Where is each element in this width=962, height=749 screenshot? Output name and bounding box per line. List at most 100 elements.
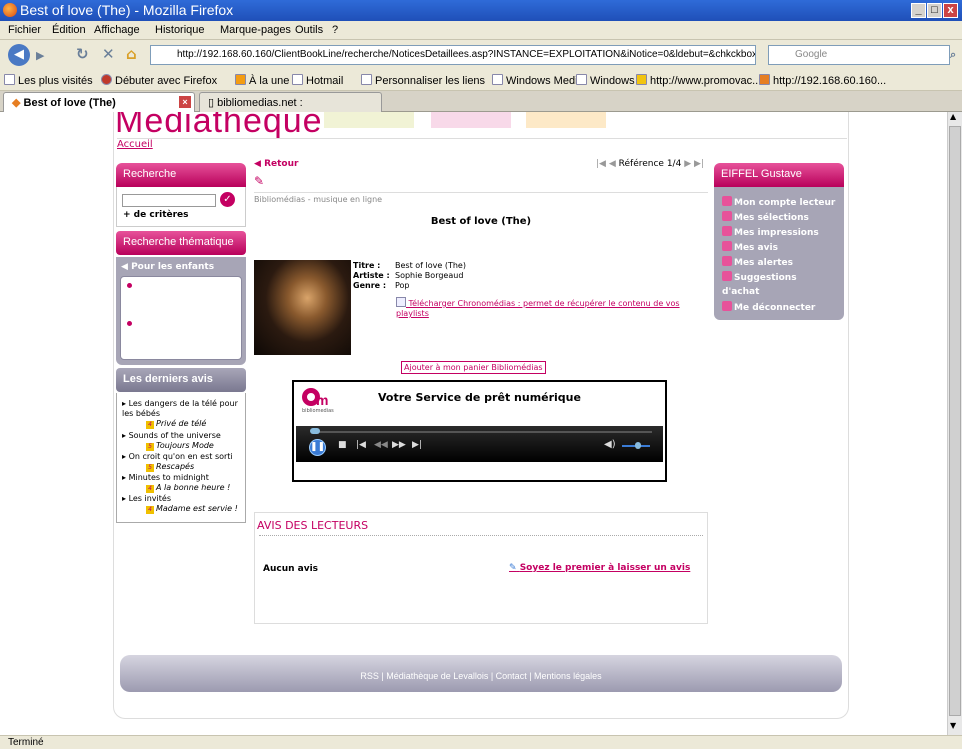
user-name: EIFFEL Gustave (714, 163, 844, 187)
reader-reviews-panel: AVIS DES LECTEURS Aucun avis ✎ Soyez le … (254, 512, 708, 624)
menu-outils[interactable]: Outils (295, 24, 323, 36)
window-title: Best of love (The) - Mozilla Firefox (20, 2, 234, 18)
close-tab-icon[interactable]: × (179, 96, 191, 108)
menu-edition[interactable]: Édition (52, 24, 86, 36)
stop-icon[interactable]: ■ (338, 440, 347, 450)
kids-title[interactable]: ◀ Pour les enfants (121, 262, 214, 272)
add-to-cart-button[interactable]: Ajouter à mon panier Bibliomédias (401, 361, 546, 374)
minimize-button[interactable]: _ (911, 3, 926, 18)
page-icon (361, 74, 372, 85)
fast-forward-icon[interactable]: ▶▶ (392, 440, 406, 450)
divider (117, 138, 847, 139)
kids-list: Lire, regarder, écouter des histoires Qu… (120, 276, 242, 360)
search-submit-icon[interactable]: ✓ (220, 192, 235, 207)
review-item[interactable]: ▸ On croit qu'on en est sorti 5 Rescapés (122, 452, 233, 472)
tab-best-of-love[interactable]: ◆ Best of love (The) × (3, 92, 195, 112)
scroll-up-icon[interactable]: ▲ (950, 112, 956, 121)
kids-item-stories[interactable]: Lire, regarder, écouter des histoires (126, 282, 241, 302)
my-account-link[interactable]: Mon compte lecteur (722, 196, 835, 208)
volume-icon[interactable]: ◀) (604, 439, 616, 450)
logout-icon (722, 301, 732, 311)
my-selections-link[interactable]: Mes sélections (722, 211, 809, 223)
menu-fichier[interactable]: Fichier (8, 24, 41, 36)
logout-link[interactable]: Me déconnecter (722, 301, 815, 313)
forward-icon[interactable]: ▶ (36, 49, 44, 62)
bookmark-windows-media[interactable]: Windows Media (492, 74, 584, 87)
footer-mediatheque[interactable]: Médiathèque de Levallois (386, 671, 488, 681)
bookmark-most-visited[interactable]: Les plus visités (4, 74, 93, 87)
search-input[interactable] (122, 194, 216, 207)
suggestions-link[interactable]: Suggestions d'achat (722, 271, 818, 299)
bullet-icon (126, 282, 133, 289)
home-icon[interactable]: ⌂ (126, 45, 137, 63)
tab-strip: ◆ Best of love (The) × ▯ bibliomedias.ne… (0, 91, 962, 112)
print-icon (722, 226, 732, 236)
prev-icon[interactable]: ◀ (609, 159, 616, 169)
scroll-thumb[interactable] (949, 126, 961, 716)
close-button[interactable]: x (943, 3, 958, 18)
my-alerts-link[interactable]: Mes alertes (722, 256, 793, 268)
review-item[interactable]: ▸ Les dangers de la télé pour les bébés 4… (122, 399, 245, 429)
rewind-icon[interactable]: ◀◀ (374, 440, 388, 450)
status-bar: Terminé (0, 735, 962, 749)
write-review-link[interactable]: ✎ Soyez le premier à laisser un avis (509, 563, 690, 573)
back-icon[interactable]: ◀ (8, 44, 30, 66)
media-player: m bibliomedias Votre Service de prêt num… (292, 380, 667, 482)
vertical-scrollbar[interactable]: ▲ ▼ (947, 112, 962, 735)
footer-rss[interactable]: RSS (360, 671, 379, 681)
menu-affichage[interactable]: Affichage (94, 24, 140, 36)
url-bar[interactable]: http://192.168.60.160/ClientBookLine/rec… (150, 45, 756, 65)
bookmark-promovac[interactable]: http://www.promovac... (636, 74, 761, 87)
tab-bibliomedias[interactable]: ▯ bibliomedias.net : (199, 92, 382, 112)
seek-bar[interactable] (312, 431, 652, 433)
record-title: Best of love (The) (430, 216, 532, 227)
next-icon[interactable]: ▶| (412, 440, 422, 450)
menu-historique[interactable]: Historique (155, 24, 205, 36)
search-icon[interactable]: ⌕ (950, 48, 956, 62)
next-icon[interactable]: ▶ (684, 159, 691, 169)
previous-icon[interactable]: |◀ (356, 440, 366, 450)
bookmark-hotmail[interactable]: Hotmail (292, 74, 343, 87)
search-box[interactable]: Google (768, 45, 950, 65)
reload-icon[interactable]: ↻ (76, 45, 89, 63)
my-prints-link[interactable]: Mes impressions (722, 226, 819, 238)
page-icon (492, 74, 503, 85)
footer-legal[interactable]: Mentions légales (534, 671, 602, 681)
bookmark-getting-started[interactable]: Débuter avec Firefox (101, 74, 217, 87)
my-reviews-link[interactable]: Mes avis (722, 241, 778, 253)
bookmarks-bar: Les plus visités Débuter avec Firefox À … (0, 70, 962, 91)
mail-icon (722, 256, 732, 266)
field-genre: Genre : Pop (353, 281, 410, 290)
pause-icon[interactable]: ❚❚ (309, 439, 326, 456)
bookmark-news[interactable]: À la une (235, 74, 289, 87)
bookmark-local[interactable]: http://192.168.60.160... (759, 74, 886, 87)
back-link[interactable]: ◀ Retour (254, 159, 298, 169)
download-link[interactable]: Télécharger Chronomédias : permet de réc… (396, 297, 694, 319)
stop-icon[interactable]: ✕ (102, 45, 115, 63)
last-icon[interactable]: ▶| (694, 159, 704, 169)
c-icon (636, 74, 647, 85)
menu-help[interactable]: ? (332, 24, 338, 36)
volume-handle[interactable] (635, 442, 641, 449)
first-icon[interactable]: |◀ (596, 159, 606, 169)
account-panel: Mon compte lecteur Mes sélections Mes im… (714, 187, 844, 320)
theme-search-title[interactable]: Recherche thématique (116, 231, 246, 255)
maximize-button[interactable]: □ (927, 3, 942, 18)
footer-contact[interactable]: Contact (496, 671, 527, 681)
header-band (431, 112, 511, 128)
review-item[interactable]: ▸ Minutes to midnight 4 A la bonne heure ! (122, 473, 230, 493)
review-item[interactable]: ▸ Sounds of the universe 5 Toujours Mode (122, 431, 221, 451)
menu-marque-pages[interactable]: Marque-pages (220, 24, 291, 36)
page-content: Médiathèque Accueil Recherche ✓ + de cri… (0, 112, 947, 735)
bookmark-custom-links[interactable]: Personnaliser les liens (361, 74, 485, 87)
more-criteria-link[interactable]: + de critères (123, 210, 189, 220)
breadcrumb[interactable]: Accueil (117, 139, 153, 150)
edit-icon: ✎ (509, 563, 517, 573)
review-item[interactable]: ▸ Les invités 4 Madame est servie ! (122, 494, 238, 514)
print-icon[interactable]: ✎ (254, 174, 264, 188)
kids-item-curious[interactable]: Quelques pistes pour les curieux sur... (126, 320, 241, 340)
site-logo[interactable]: Médiathèque (115, 112, 323, 141)
scroll-down-icon[interactable]: ▼ (950, 721, 956, 730)
bookmark-windows[interactable]: Windows (576, 74, 635, 87)
seek-handle[interactable] (310, 428, 320, 434)
